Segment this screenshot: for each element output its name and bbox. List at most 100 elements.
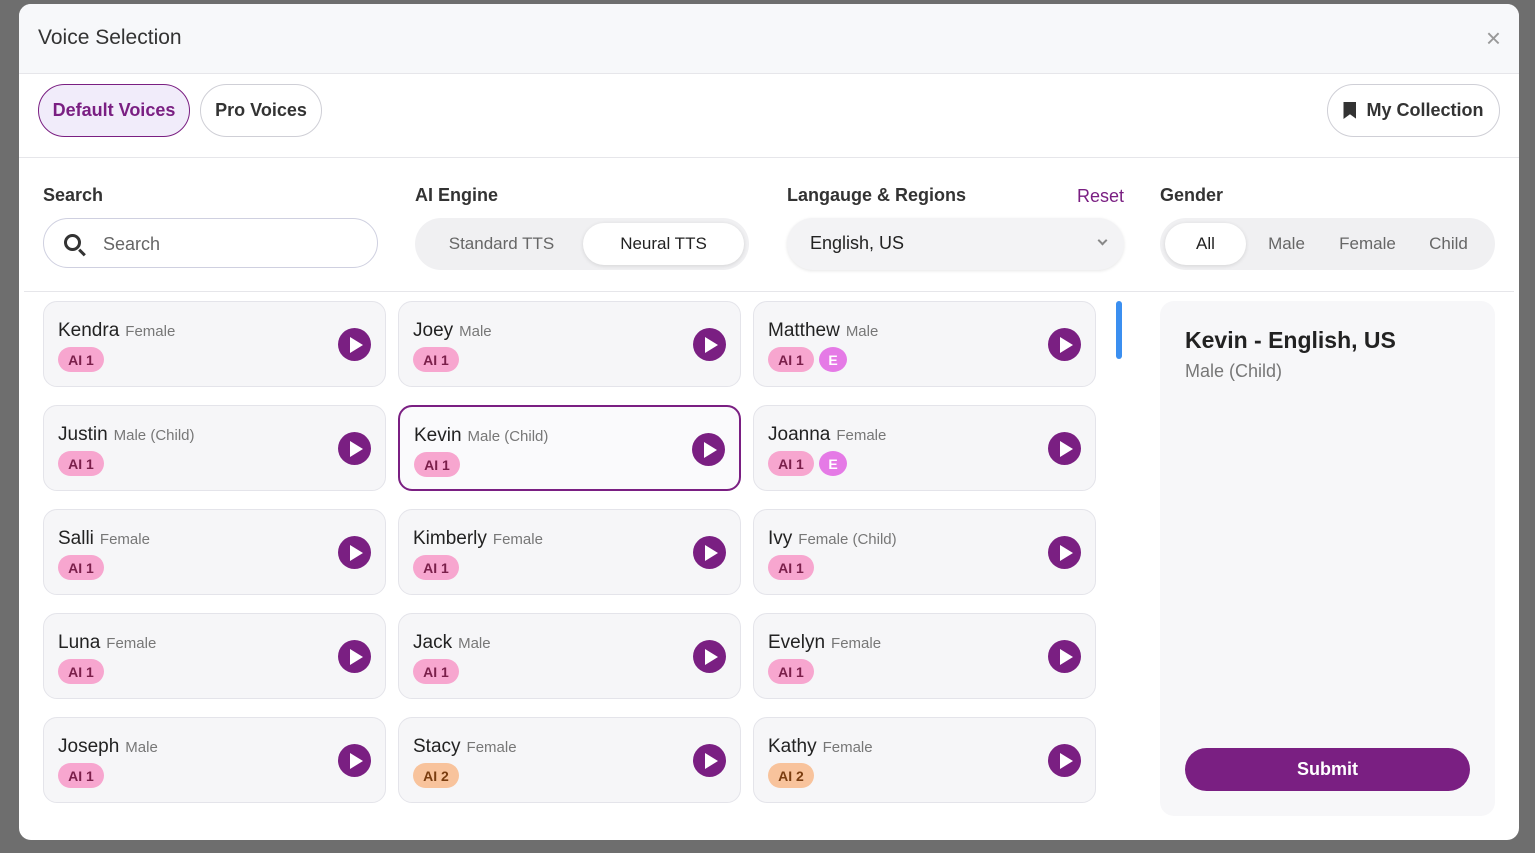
enhanced-badge: E bbox=[819, 347, 847, 372]
engine-neural-tts[interactable]: Neural TTS bbox=[583, 223, 744, 265]
voice-card[interactable]: Kathy Female AI 2 bbox=[753, 717, 1096, 803]
voice-gender: Male bbox=[458, 635, 491, 652]
voice-card[interactable]: Stacy Female AI 2 bbox=[398, 717, 741, 803]
voice-badges: AI 1 bbox=[58, 659, 104, 684]
voice-name: Stacy Female bbox=[413, 736, 517, 758]
voice-name-text: Evelyn bbox=[768, 632, 826, 653]
selected-voice-subtitle: Male (Child) bbox=[1185, 361, 1283, 381]
play-icon[interactable] bbox=[338, 744, 371, 777]
engine-standard-tts[interactable]: Standard TTS bbox=[420, 223, 583, 265]
play-icon[interactable] bbox=[338, 640, 371, 673]
voice-card[interactable]: Kendra Female AI 1 bbox=[43, 301, 386, 387]
voice-gender: Female bbox=[99, 531, 150, 548]
voice-gender: Female bbox=[822, 739, 873, 756]
engine-badge: AI 2 bbox=[413, 763, 459, 788]
voice-name: Jack Male bbox=[413, 632, 491, 654]
play-icon[interactable] bbox=[693, 328, 726, 361]
voice-gender: Female bbox=[492, 531, 543, 548]
enhanced-badge: E bbox=[819, 451, 847, 476]
voice-gender: Female bbox=[466, 739, 517, 756]
engine-badge: AI 1 bbox=[768, 555, 814, 580]
voice-card[interactable]: Jack Male AI 1 bbox=[398, 613, 741, 699]
gender-toggle: All Male Female Child bbox=[1160, 218, 1495, 270]
engine-badge: AI 1 bbox=[768, 347, 814, 372]
voice-card[interactable]: Justin Male (Child) AI 1 bbox=[43, 405, 386, 491]
selected-voice-title: Kevin - English, US bbox=[1185, 327, 1396, 353]
search-input[interactable] bbox=[103, 231, 353, 257]
voice-name-text: Ivy bbox=[768, 528, 793, 549]
gender-all[interactable]: All bbox=[1165, 223, 1246, 265]
voice-card[interactable]: Luna Female AI 1 bbox=[43, 613, 386, 699]
voice-card[interactable]: Ivy Female (Child) AI 1 bbox=[753, 509, 1096, 595]
reset-link[interactable]: Reset bbox=[1077, 186, 1124, 207]
play-icon[interactable] bbox=[1048, 328, 1081, 361]
voice-badges: AI 1 bbox=[58, 451, 104, 476]
scrollbar-thumb[interactable] bbox=[1116, 301, 1122, 359]
search-field[interactable] bbox=[43, 218, 378, 268]
engine-badge: AI 1 bbox=[413, 347, 459, 372]
submit-button[interactable]: Submit bbox=[1185, 748, 1470, 791]
voice-card[interactable]: Salli Female AI 1 bbox=[43, 509, 386, 595]
language-select[interactable]: English, US bbox=[787, 218, 1124, 270]
voice-badges: AI 2 bbox=[768, 763, 814, 788]
engine-badge: AI 1 bbox=[768, 659, 814, 684]
voice-name-text: Salli bbox=[58, 528, 94, 549]
gender-label: Gender bbox=[1160, 185, 1224, 205]
engine-badge: AI 1 bbox=[58, 347, 104, 372]
voice-name: Joanna Female bbox=[768, 424, 886, 446]
play-icon[interactable] bbox=[693, 536, 726, 569]
voice-gender: Male bbox=[845, 323, 879, 340]
divider bbox=[24, 291, 1514, 292]
engine-badge: AI 1 bbox=[413, 659, 459, 684]
gender-female[interactable]: Female bbox=[1327, 223, 1408, 265]
voice-badges: AI 1E bbox=[768, 347, 847, 372]
voice-name-text: Kathy bbox=[768, 736, 817, 757]
voice-name: Kimberly Female bbox=[413, 528, 543, 550]
voice-gender: Male (Child) bbox=[113, 427, 195, 444]
voice-name: Ivy Female (Child) bbox=[768, 528, 897, 550]
tab-pro-voices[interactable]: Pro Voices bbox=[200, 84, 322, 137]
voice-card[interactable]: Joanna Female AI 1E bbox=[753, 405, 1096, 491]
play-icon[interactable] bbox=[693, 744, 726, 777]
voice-card[interactable]: Joseph Male AI 1 bbox=[43, 717, 386, 803]
play-icon[interactable] bbox=[693, 640, 726, 673]
play-icon[interactable] bbox=[1048, 432, 1081, 465]
voice-name-text: Kendra bbox=[58, 320, 120, 341]
voice-badges: AI 1 bbox=[58, 347, 104, 372]
voice-badges: AI 1 bbox=[768, 659, 814, 684]
voice-card[interactable]: Kevin Male (Child) AI 1 bbox=[398, 405, 741, 491]
gender-male[interactable]: Male bbox=[1246, 223, 1327, 265]
play-icon[interactable] bbox=[1048, 744, 1081, 777]
search-icon bbox=[64, 234, 81, 251]
play-icon[interactable] bbox=[1048, 536, 1081, 569]
play-icon[interactable] bbox=[338, 328, 371, 361]
voice-badges: AI 1 bbox=[413, 555, 459, 580]
play-icon[interactable] bbox=[1048, 640, 1081, 673]
language-label: Langauge & Regions bbox=[787, 185, 967, 205]
voice-name-text: Justin bbox=[58, 424, 108, 445]
voice-gender: Male (Child) bbox=[467, 428, 549, 445]
filters-bar: Search AI Engine Standard TTS Neural TTS… bbox=[19, 159, 1519, 291]
gender-child[interactable]: Child bbox=[1408, 223, 1489, 265]
voice-name-text: Joanna bbox=[768, 424, 831, 445]
voice-card[interactable]: Joey Male AI 1 bbox=[398, 301, 741, 387]
voice-card[interactable]: Evelyn Female AI 1 bbox=[753, 613, 1096, 699]
voice-name: Joseph Male bbox=[58, 736, 158, 758]
voice-name: Salli Female bbox=[58, 528, 150, 550]
voice-card[interactable]: Matthew Male AI 1E bbox=[753, 301, 1096, 387]
play-icon[interactable] bbox=[338, 536, 371, 569]
voice-card[interactable]: Kimberly Female AI 1 bbox=[398, 509, 741, 595]
modal-title: Voice Selection bbox=[38, 26, 182, 49]
voice-name-text: Kevin bbox=[414, 425, 462, 446]
language-value: English, US bbox=[810, 233, 905, 253]
my-collection-button[interactable]: My Collection bbox=[1327, 84, 1500, 137]
voice-tabs: Default Voices Pro Voices My Collection bbox=[19, 74, 1519, 158]
voice-name-text: Stacy bbox=[413, 736, 461, 757]
play-icon[interactable] bbox=[338, 432, 371, 465]
engine-badge: AI 1 bbox=[414, 452, 460, 477]
tab-default-voices[interactable]: Default Voices bbox=[38, 84, 190, 137]
play-icon[interactable] bbox=[692, 433, 725, 466]
voice-badges: AI 1 bbox=[768, 555, 814, 580]
close-icon[interactable]: × bbox=[1486, 25, 1501, 51]
modal-header: Voice Selection × bbox=[19, 4, 1519, 74]
